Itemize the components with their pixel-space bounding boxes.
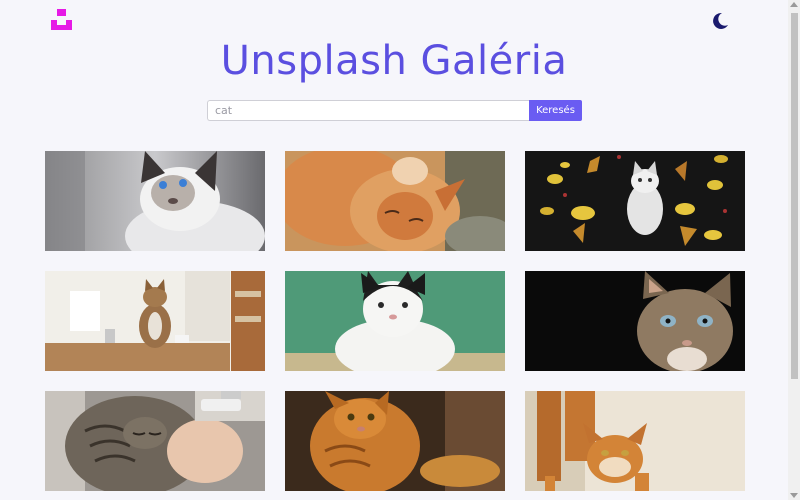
search-form: Keresés	[207, 100, 582, 121]
cat-photo-image	[525, 151, 745, 251]
photo-gallery	[45, 151, 745, 491]
photo-card[interactable]	[45, 151, 265, 251]
photo-card[interactable]	[285, 271, 505, 371]
photo-card[interactable]	[285, 151, 505, 251]
search-button[interactable]: Keresés	[529, 100, 582, 121]
photo-card[interactable]	[525, 391, 745, 491]
vertical-scrollbar[interactable]	[788, 0, 800, 500]
cat-photo-image	[45, 271, 265, 371]
cat-photo-image	[285, 391, 505, 491]
search-input[interactable]	[207, 100, 529, 121]
photo-card[interactable]	[525, 151, 745, 251]
photo-card[interactable]	[45, 391, 265, 491]
cat-photo-image	[285, 271, 505, 371]
photo-card[interactable]	[285, 391, 505, 491]
cat-photo-image	[45, 391, 265, 491]
cat-photo-image	[525, 271, 745, 371]
photo-card[interactable]	[45, 271, 265, 371]
scroll-up-icon[interactable]	[790, 2, 798, 7]
page-title: Unsplash Galéria	[220, 38, 568, 84]
cat-photo-image	[285, 151, 505, 251]
scroll-down-icon[interactable]	[790, 493, 798, 498]
cat-photo-image	[525, 391, 745, 491]
moon-icon[interactable]	[708, 9, 732, 33]
photo-card[interactable]	[525, 271, 745, 371]
cat-photo-image	[45, 151, 265, 251]
scrollbar-thumb[interactable]	[791, 13, 798, 379]
unsplash-logo-icon[interactable]	[51, 9, 72, 30]
